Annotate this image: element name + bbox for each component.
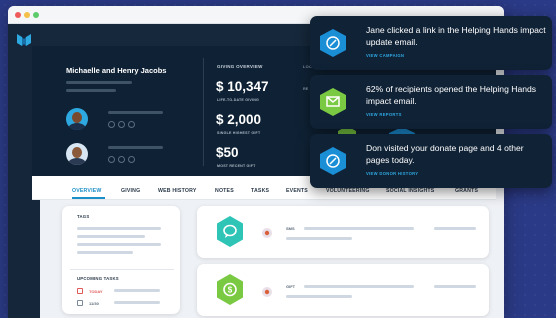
placeholder-line <box>108 146 163 149</box>
tab-web-history[interactable]: WEB HISTORY <box>158 188 197 194</box>
placeholder-line <box>77 235 145 238</box>
notification-text: Jane clicked a link in the Helping Hands… <box>366 25 546 47</box>
card-divider <box>70 269 174 270</box>
placeholder-line <box>286 295 352 298</box>
view-campaign-link[interactable]: VIEW CAMPAIGN <box>366 53 404 58</box>
placeholder-line <box>304 227 414 230</box>
tab-social-insights[interactable]: SOCIAL INSIGHTS <box>386 188 434 194</box>
notification-card[interactable]: Jane clicked a link in the Helping Hands… <box>310 16 552 70</box>
close-window-dot[interactable] <box>15 12 21 18</box>
svg-text:$: $ <box>228 286 233 295</box>
brand-logo-icon[interactable] <box>17 33 31 47</box>
tab-grants[interactable]: GRANTS <box>455 188 478 194</box>
minimize-window-dot[interactable] <box>24 12 30 18</box>
lifetime-giving-label: LIFE-TO-DATE GIVING <box>217 98 259 102</box>
tags-heading: TAGS <box>77 214 90 219</box>
placeholder-line <box>304 285 414 288</box>
avatar-henry[interactable] <box>66 143 88 165</box>
recent-gift-label: MOST RECENT GIFT <box>217 164 256 168</box>
location-sub: RE <box>303 87 309 91</box>
task-checkbox[interactable] <box>77 300 83 306</box>
placeholder-line <box>77 227 161 230</box>
activity-type-label: GIFT <box>286 284 296 289</box>
constituent-name: Michaelle and Henry Jacobs <box>66 66 167 75</box>
link-icon <box>320 29 346 57</box>
notification-text: 62% of recipients opened the Helping Han… <box>366 84 537 106</box>
contact-dot-icon[interactable] <box>118 156 125 163</box>
task-date: 11/30 <box>89 301 99 306</box>
notification-card[interactable]: 62% of recipients opened the Helping Han… <box>310 75 552 129</box>
contact-dot-icon[interactable] <box>108 156 115 163</box>
maximize-window-dot[interactable] <box>33 12 39 18</box>
dollar-icon: $ <box>217 274 243 305</box>
tab-tasks[interactable]: TASKS <box>251 188 269 194</box>
placeholder-line <box>434 285 476 288</box>
lifetime-giving-value: $ 10,347 <box>216 79 269 94</box>
giving-overview-title: GIVING OVERVIEW <box>217 64 263 69</box>
tags-card <box>62 206 180 314</box>
activity-type-label: SMS <box>286 226 295 231</box>
tab-volunteering[interactable]: VOLUNTEERING <box>326 188 370 194</box>
view-reports-link[interactable]: VIEW REPORTS <box>366 112 402 117</box>
notification-text: Don visited your donate page and 4 other… <box>366 143 524 165</box>
user-avatar-icon <box>262 287 272 297</box>
recent-gift-value: $50 <box>216 145 239 160</box>
tab-events[interactable]: EVENTS <box>286 188 308 194</box>
task-date-today: TODAY <box>89 289 103 294</box>
placeholder-line <box>77 243 161 246</box>
panel-divider <box>203 58 204 166</box>
chat-bubble-icon <box>217 216 243 247</box>
highest-gift-value: $ 2,000 <box>216 112 262 127</box>
avatar-michaelle[interactable] <box>66 108 88 130</box>
active-tab-indicator <box>72 197 105 199</box>
placeholder-line <box>114 301 160 304</box>
tab-giving[interactable]: GIVING <box>121 188 140 194</box>
upcoming-tasks-heading: UPCOMING TASKS <box>77 276 119 281</box>
highest-gift-label: SINGLE HIGHEST GIFT <box>217 131 261 135</box>
contact-dot-icon[interactable] <box>128 121 135 128</box>
placeholder-line <box>77 251 133 254</box>
placeholder-line <box>66 89 116 92</box>
notification-card[interactable]: Don visited your donate page and 4 other… <box>310 134 552 188</box>
contact-dot-icon[interactable] <box>128 156 135 163</box>
placeholder-line <box>66 81 132 84</box>
view-donor-history-link[interactable]: VIEW DONOR HISTORY <box>366 171 418 176</box>
placeholder-line <box>434 227 476 230</box>
email-icon <box>320 88 346 116</box>
placeholder-line <box>286 237 352 240</box>
contact-dot-icon[interactable] <box>118 121 125 128</box>
tab-notes[interactable]: NOTES <box>215 188 234 194</box>
task-checkbox[interactable] <box>77 288 83 294</box>
user-avatar-icon <box>262 228 272 238</box>
tab-overview[interactable]: OVERVIEW <box>72 188 101 194</box>
placeholder-line <box>114 289 160 292</box>
contact-dot-icon[interactable] <box>108 121 115 128</box>
link-icon <box>320 147 346 175</box>
placeholder-line <box>108 111 163 114</box>
